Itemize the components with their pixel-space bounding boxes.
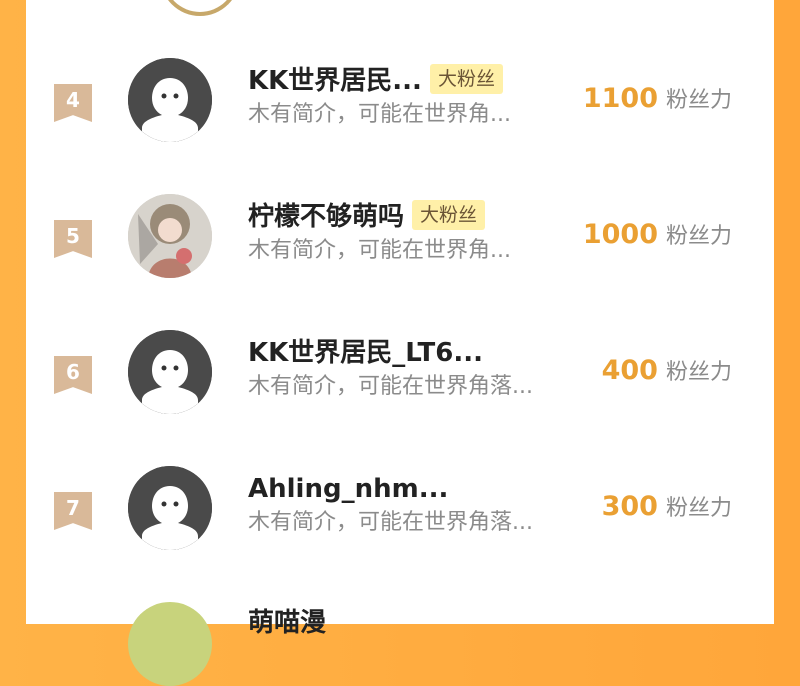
default-avatar-icon — [128, 58, 212, 142]
fan-power-unit: 粉丝力 — [665, 360, 732, 385]
rank-badge: 6 — [54, 356, 92, 394]
fan-power-unit: 粉丝力 — [665, 88, 732, 113]
avatar[interactable] — [128, 330, 212, 414]
default-avatar-icon — [128, 330, 212, 414]
rank-badge: 4 — [54, 84, 92, 122]
user-name[interactable]: KK世界居民... 大粉丝 — [248, 63, 503, 98]
rank-badge: 5 — [54, 220, 92, 258]
leaderboard-panel: 4 KK世界居民... 大粉丝 木有简介，可能在世界角... 1100 粉丝力 5 … — [26, 0, 774, 686]
fan-badge: 大粉丝 — [412, 199, 486, 230]
list-item[interactable]: 7 Ahling_nhm... 木有简介，可能在世界角落... 300 粉丝力 — [26, 466, 774, 576]
fan-power-unit: 粉丝力 — [665, 496, 732, 521]
user-name-text: KK世界居民_LT6... — [248, 338, 484, 368]
fan-power: 1000 粉丝力 — [583, 218, 732, 255]
user-bio: 木有简介，可能在世界角落... — [248, 510, 533, 535]
fan-power: 400 粉丝力 — [602, 354, 732, 391]
avatar[interactable] — [128, 194, 212, 278]
user-name-text: 柠檬不够萌吗 — [248, 202, 405, 232]
avatar[interactable] — [128, 466, 212, 550]
fan-power: 1100 粉丝力 — [583, 82, 732, 119]
list-item[interactable]: 6 KK世界居民_LT6... 木有简介，可能在世界角落... 400 粉丝力 — [26, 330, 774, 440]
fan-power-value: 1100 — [582, 83, 658, 114]
fan-power-unit: 粉丝力 — [665, 224, 732, 249]
partial-avatar-next[interactable] — [128, 602, 212, 686]
user-name[interactable]: 柠檬不够萌吗 大粉丝 — [248, 199, 486, 234]
user-bio: 木有简介，可能在世界角落... — [248, 374, 533, 399]
user-name-text: Ahling_nhm... — [248, 474, 449, 504]
fan-power-value: 300 — [601, 491, 658, 522]
fan-badge: 大粉丝 — [429, 63, 503, 94]
list-item[interactable]: 4 KK世界居民... 大粉丝 木有简介，可能在世界角... 1100 粉丝力 — [26, 58, 774, 168]
avatar[interactable] — [128, 58, 212, 142]
fan-power-value: 400 — [601, 355, 658, 386]
fan-power-value: 1000 — [582, 219, 658, 250]
user-name-text: KK世界居民... — [248, 66, 422, 96]
user-bio: 木有简介，可能在世界角... — [248, 238, 511, 263]
user-name[interactable]: KK世界居民_LT6... — [248, 336, 483, 370]
user-name[interactable]: 萌喵漫 — [248, 606, 326, 640]
user-bio: 木有简介，可能在世界角... — [248, 102, 511, 127]
rank-badge: 7 — [54, 492, 92, 530]
user-name[interactable]: Ahling_nhm... — [248, 472, 448, 506]
default-avatar-icon — [128, 466, 212, 550]
fan-power: 300 粉丝力 — [602, 490, 732, 527]
illustrated-avatar-icon — [128, 194, 212, 278]
partial-avatar — [160, 0, 240, 16]
list-item[interactable]: 5 柠檬不够萌吗 大粉丝 木有简介，可能在世界角... 1000 粉丝力 — [26, 194, 774, 304]
